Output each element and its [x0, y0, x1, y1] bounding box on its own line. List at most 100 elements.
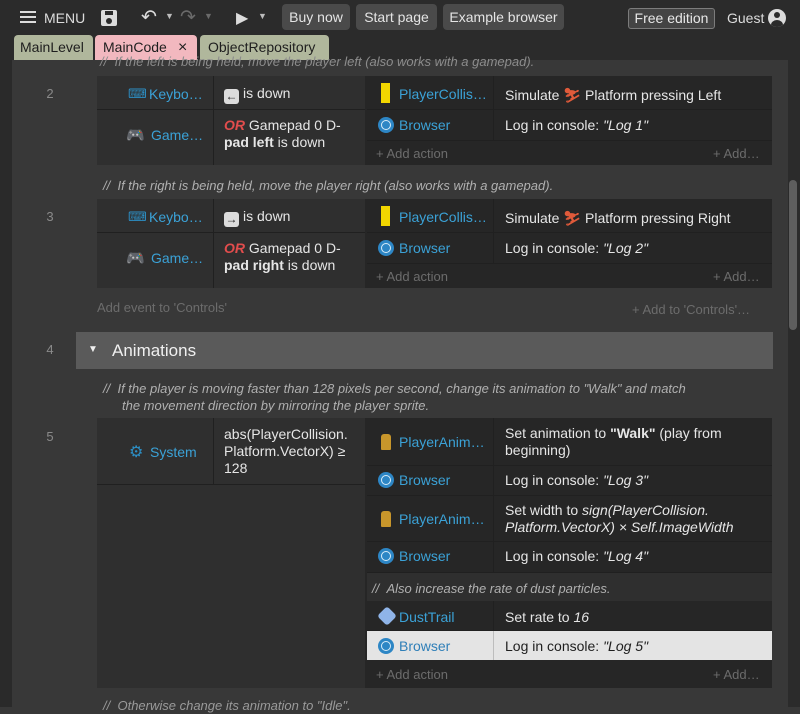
chevron-down-icon[interactable]: ▼: [258, 11, 267, 21]
action-text[interactable]: Set rate to 16: [505, 609, 589, 626]
action-text[interactable]: Log in console: "Log 5": [505, 638, 648, 655]
action-object[interactable]: PlayerAnim…: [399, 511, 485, 527]
keyboard-icon: ⌨: [128, 209, 147, 224]
divider: [367, 140, 772, 141]
action-label: Simulate: [505, 210, 560, 226]
action-object[interactable]: Browser: [399, 472, 450, 488]
condition-text[interactable]: → is down: [224, 208, 290, 227]
group-title: Animations: [112, 341, 197, 360]
action-label: Simulate: [505, 87, 560, 103]
condition-text[interactable]: abs(PlayerCollision. Platform.VectorX) ≥…: [224, 426, 348, 477]
action-label: Set animation to: [505, 425, 611, 441]
chevron-down-icon[interactable]: ▼: [204, 11, 213, 21]
condition-text[interactable]: OR Gamepad 0 D- pad right is down: [224, 240, 341, 274]
action-object[interactable]: DustTrail: [399, 609, 455, 625]
action-object[interactable]: Browser: [399, 638, 450, 654]
comment: // Otherwise change its animation to "Id…: [103, 697, 351, 714]
play-icon[interactable]: ▶: [236, 8, 248, 28]
globe-icon: [378, 240, 394, 256]
action-label: beginning): [505, 442, 571, 458]
divider: [367, 263, 772, 264]
start-page-button[interactable]: Start page: [356, 4, 437, 30]
comment-icon: //: [100, 54, 108, 69]
condition-label: Gamepad 0 D-: [248, 240, 341, 256]
chevron-down-icon[interactable]: ▼: [88, 344, 98, 355]
condition-object[interactable]: Game…: [151, 250, 203, 266]
comment-icon: //: [103, 381, 111, 396]
action-value: "Walk": [610, 425, 656, 441]
condition-label: Platform.VectorX) ≥: [224, 443, 346, 459]
globe-icon: [378, 472, 394, 488]
action-object[interactable]: PlayerCollis…: [399, 209, 487, 225]
action-object[interactable]: PlayerCollis…: [399, 86, 487, 102]
condition-label: 128: [224, 460, 248, 476]
user-icon[interactable]: [768, 9, 786, 27]
add-more-button[interactable]: + Add…: [713, 269, 760, 284]
condition-text[interactable]: OR Gamepad 0 D- pad left is down: [224, 117, 341, 151]
condition-label: Gamepad 0 D-: [248, 117, 341, 133]
add-to-group-button[interactable]: + Add to 'Controls'…: [632, 302, 750, 317]
action-text[interactable]: Log in console: "Log 2": [505, 240, 648, 257]
gamepad-icon: 🎮: [126, 250, 145, 267]
keyboard-icon: ⌨: [128, 86, 147, 101]
gamepad-icon: 🎮: [126, 127, 145, 144]
example-browser-button[interactable]: Example browser: [443, 4, 564, 30]
tab-label: MainLevel: [20, 39, 84, 55]
condition-object[interactable]: System: [150, 444, 197, 460]
action-text[interactable]: Log in console: "Log 1": [505, 117, 648, 134]
divider: [213, 199, 214, 288]
condition-object[interactable]: Keybo…: [149, 86, 203, 102]
comment-text: If the right is being held, move the pla…: [117, 178, 554, 193]
action-text[interactable]: Set width to sign(PlayerCollision. Platf…: [505, 502, 734, 536]
add-action-button[interactable]: + Add action: [376, 269, 448, 284]
add-action-button[interactable]: + Add action: [376, 667, 448, 682]
add-more-button[interactable]: + Add…: [713, 146, 760, 161]
action-value: "Log 5": [603, 638, 649, 654]
action-text[interactable]: Simulate ⛷ Platform pressing Right: [505, 210, 731, 227]
action-text[interactable]: Log in console: "Log 3": [505, 472, 648, 489]
divider: [367, 495, 772, 496]
divider: [367, 541, 772, 542]
action-label: Platform pressing Left: [585, 87, 722, 103]
left-gutter: [0, 60, 12, 707]
divider: [493, 199, 494, 263]
action-object[interactable]: PlayerAnim…: [399, 434, 485, 450]
add-action-button[interactable]: + Add action: [376, 146, 448, 161]
redo-icon[interactable]: ↷: [180, 6, 196, 29]
guest-label[interactable]: Guest: [727, 10, 764, 26]
buy-now-button[interactable]: Buy now: [282, 4, 350, 30]
menu-button[interactable]: MENU: [44, 10, 85, 26]
tab-mainlevel[interactable]: MainLevel: [14, 35, 93, 60]
action-label: Platform pressing Right: [585, 210, 731, 226]
globe-icon: [378, 638, 394, 654]
comment-text: Also increase the rate of dust particles…: [386, 581, 611, 596]
action-object[interactable]: Browser: [399, 117, 450, 133]
condition-object[interactable]: Game…: [151, 127, 203, 143]
divider: [97, 484, 365, 485]
comment-text: If the left is being held, move the play…: [114, 54, 535, 69]
action-object[interactable]: Browser: [399, 240, 450, 256]
vertical-scrollbar[interactable]: [788, 60, 800, 707]
scrollbar-thumb[interactable]: [789, 180, 797, 330]
condition-text[interactable]: ← is down: [224, 85, 290, 104]
undo-icon[interactable]: ↶: [141, 6, 157, 29]
action-object[interactable]: Browser: [399, 548, 450, 564]
add-event-button[interactable]: Add event to 'Controls': [97, 300, 227, 315]
globe-icon: [378, 548, 394, 564]
action-label: Set rate to: [505, 609, 574, 625]
hamburger-icon[interactable]: [20, 11, 36, 24]
action-text[interactable]: Simulate ⛷ Platform pressing Left: [505, 87, 721, 104]
chevron-down-icon[interactable]: ▼: [165, 11, 174, 21]
object-color-icon: [381, 206, 390, 226]
divider: [367, 465, 772, 466]
action-value: "Log 3": [603, 472, 649, 488]
add-more-button[interactable]: + Add…: [713, 667, 760, 682]
edition-badge: Free edition: [628, 8, 715, 29]
save-icon[interactable]: [101, 10, 117, 26]
action-text[interactable]: Log in console: "Log 4": [505, 548, 648, 565]
divider: [97, 232, 365, 233]
action-label: Log in console:: [505, 117, 604, 133]
condition-object[interactable]: Keybo…: [149, 209, 203, 225]
action-text[interactable]: Set animation to "Walk" (play from begin…: [505, 425, 722, 459]
event-number: 3: [46, 209, 54, 224]
